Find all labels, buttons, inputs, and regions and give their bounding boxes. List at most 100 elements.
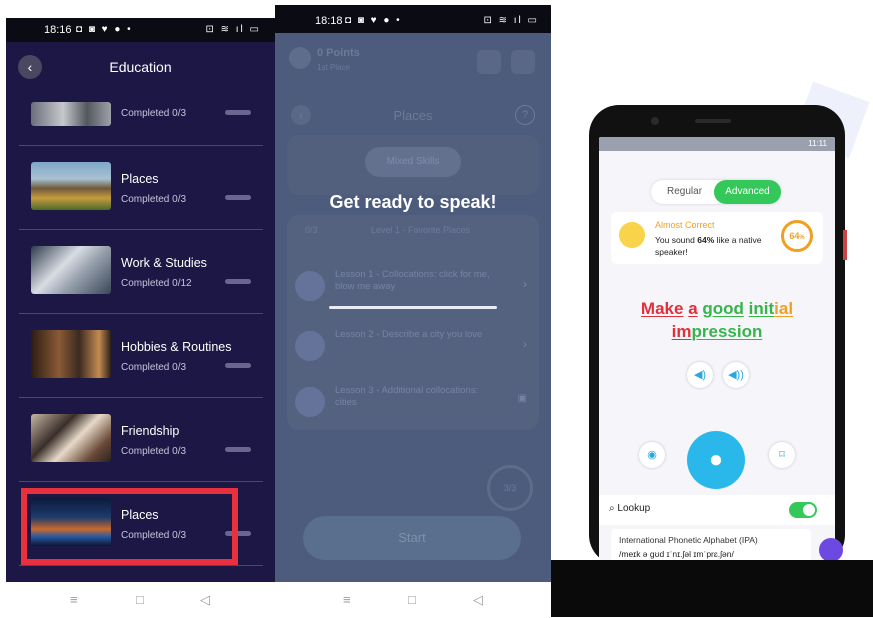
phone-status-bar: 11:11	[599, 137, 835, 151]
trophy-icon	[289, 47, 311, 69]
floating-action-icon[interactable]	[819, 538, 843, 562]
regular-tab[interactable]: Regular	[667, 186, 702, 197]
skill-chip: Mixed Skills	[365, 147, 461, 177]
android-nav-bar: ≡ □ ◁	[6, 582, 275, 618]
chat-icon	[295, 271, 325, 301]
system-icons: ⊡ ≋ ıl ▭	[205, 24, 261, 35]
home-icon[interactable]: □	[408, 592, 416, 607]
lesson-label: Lesson 2 - Describe a city you love	[335, 329, 483, 340]
phone-frame: 11:11 Regular Advanced Almost Correct Yo…	[589, 105, 845, 565]
status-time: 18:18	[315, 15, 343, 27]
education-screen: 18:16 ◘ ◙ ♥ ● • ⊡ ≋ ıl ▭ ‹ Education Com…	[6, 18, 275, 618]
advanced-tab[interactable]: Advanced	[714, 180, 781, 204]
lookup-switch[interactable]	[789, 502, 817, 518]
screen-title: Places	[393, 108, 433, 123]
phone-mockup-panel: 11:11 Regular Advanced Almost Correct Yo…	[551, 80, 873, 617]
help-button[interactable]: ?	[515, 105, 535, 125]
lock-icon: ▣	[517, 393, 527, 404]
bookmark-icon[interactable]: ⌑	[769, 442, 795, 468]
menu-icon[interactable]: ≡	[70, 592, 78, 607]
chat-icon	[295, 331, 325, 361]
lesson-item[interactable]: Lesson 3 - Additional collocations: citi…	[295, 377, 531, 429]
phone-time: 11:11	[808, 139, 827, 148]
notification-icons: ◘ ◙ ♥ ● •	[76, 24, 133, 35]
lesson-item[interactable]: Lesson 2 - Describe a city you love ›	[295, 321, 531, 373]
category-item[interactable]: Friendship Completed 0/3	[19, 398, 263, 482]
get-ready-title: Get ready to speak!	[329, 192, 497, 212]
progress-bar	[225, 279, 251, 284]
speaker-grille	[695, 119, 731, 123]
speaker-icon[interactable]: ◀)	[687, 362, 713, 388]
category-thumbnail	[31, 102, 111, 126]
slow-speaker-icon[interactable]: ◀))	[723, 362, 749, 388]
microphone-icon: ●	[708, 446, 724, 473]
notification-icons: ◘ ◙ ♥ ● •	[345, 15, 402, 26]
category-name: Work & Studies	[121, 256, 207, 270]
back-icon[interactable]: ◁	[200, 592, 210, 608]
level-title: Level 1 - Favorite Places	[371, 225, 471, 235]
points-label: 0 Points	[317, 47, 360, 59]
phrase-word[interactable]: pression	[691, 322, 762, 341]
ear-icon[interactable]: ◉	[639, 442, 665, 468]
phrase-word[interactable]: Make	[641, 299, 684, 318]
category-item[interactable]: Work & Studies Completed 0/12	[19, 230, 263, 314]
phrase-word[interactable]: good	[702, 299, 744, 318]
category-item[interactable]: Places Completed 0/3	[19, 146, 263, 230]
microphone-button[interactable]: ●	[687, 431, 745, 489]
category-progress: Completed 0/3	[121, 362, 187, 373]
category-name: Friendship	[121, 424, 180, 438]
flag-icon[interactable]	[477, 50, 501, 74]
home-icon[interactable]: □	[136, 592, 144, 607]
phrase-word[interactable]: a	[688, 299, 697, 318]
result-card: Almost Correct You sound 64% like a nati…	[611, 212, 823, 264]
lesson-screen: 18:18 ◘ ◙ ♥ ● • ⊡ ≋ ıl ▭ 0 Points 1st Pl…	[275, 5, 551, 617]
category-item[interactable]: Completed 0/3	[19, 64, 263, 146]
lesson-label: Lesson 3 - Additional collocations: citi…	[335, 385, 479, 408]
status-time: 18:16	[44, 24, 72, 36]
category-thumbnail	[31, 414, 111, 462]
ipa-label: International Phonetic Alphabet (IPA)	[619, 535, 758, 545]
result-text: You sound 64% like a native speaker!	[655, 235, 762, 257]
points-sublabel: 1st Place	[317, 63, 350, 72]
lesson-icon	[295, 387, 325, 417]
chevron-right-icon: ›	[523, 337, 527, 351]
score-ring: 64%	[781, 220, 813, 252]
level-counter: 0/3	[305, 225, 318, 235]
timer-ring: 3/3	[487, 465, 533, 511]
category-thumbnail	[31, 330, 111, 378]
phrase-word[interactable]: init	[749, 299, 775, 318]
phrase-word[interactable]: im	[672, 322, 692, 341]
category-progress: Completed 0/12	[121, 278, 192, 289]
back-icon[interactable]: ◁	[473, 592, 483, 608]
menu-icon[interactable]: ≡	[343, 592, 351, 607]
progress-bar	[225, 195, 251, 200]
category-thumbnail	[31, 246, 111, 294]
thinking-emoji-icon	[619, 222, 645, 248]
lookup-label: ⌕ Lookup	[609, 503, 651, 514]
category-thumbnail	[31, 162, 111, 210]
lookup-row: ⌕ Lookup	[599, 495, 835, 525]
phone-side-button	[843, 230, 847, 260]
lesson-label: Lesson 1 - Collocations: click for me, b…	[335, 269, 490, 292]
status-bar: 18:18 ◘ ◙ ♥ ● • ⊡ ≋ ıl ▭	[275, 5, 551, 33]
category-progress: Completed 0/3	[121, 446, 187, 457]
app-screen: 11:11 Regular Advanced Almost Correct Yo…	[599, 137, 835, 562]
category-progress: Completed 0/3	[121, 194, 187, 205]
category-item[interactable]: Hobbies & Routines Completed 0/3	[19, 314, 263, 398]
start-button[interactable]: Start	[303, 516, 521, 560]
practice-phrase: Make a good initial impression	[599, 297, 835, 343]
progress-bar	[225, 447, 251, 452]
system-icons: ⊡ ≋ ıl ▭	[483, 15, 539, 26]
settings-icon[interactable]	[511, 50, 535, 74]
progress-bar	[225, 110, 251, 115]
highlight-box	[21, 488, 238, 565]
category-name: Hobbies & Routines	[121, 340, 232, 354]
mode-toggle[interactable]: Regular Advanced	[651, 180, 781, 204]
status-bar: 18:16 ◘ ◙ ♥ ● • ⊡ ≋ ıl ▭	[6, 18, 275, 42]
loading-bar	[329, 306, 497, 309]
ipa-box: International Phonetic Alphabet (IPA) /m…	[611, 529, 811, 562]
phrase-word[interactable]: ial	[774, 299, 793, 318]
ipa-transcription: /meɪk ə ɡʊd ɪˈnɪ.ʃəl ɪmˈprɛ.ʃən/	[619, 549, 734, 559]
android-nav-bar: ≡ □ ◁	[275, 582, 551, 617]
result-title: Almost Correct	[655, 220, 715, 230]
